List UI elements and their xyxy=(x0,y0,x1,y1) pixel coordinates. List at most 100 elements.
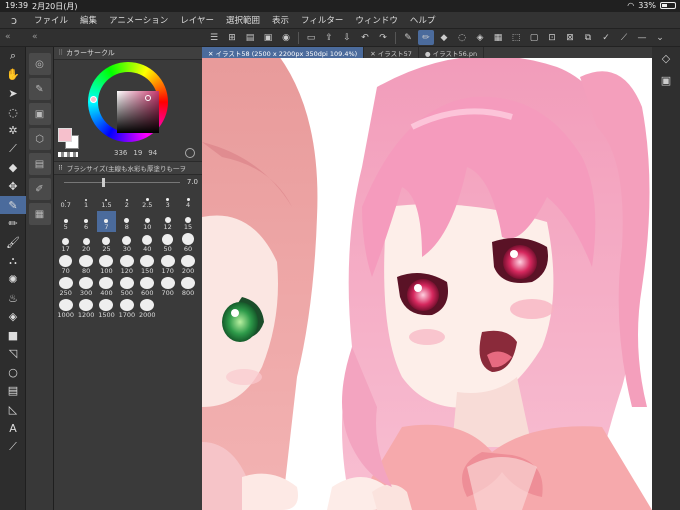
operation-icon[interactable]: ➤ xyxy=(0,84,26,103)
brush-size-option[interactable]: 17 xyxy=(56,233,76,254)
hand-icon[interactable]: ✋ xyxy=(0,66,26,85)
brush-size-option[interactable]: 15 xyxy=(178,211,198,232)
brush-size-option[interactable]: 10 xyxy=(137,211,157,232)
chevron-down-icon[interactable]: ⌄ xyxy=(652,30,668,45)
menu-animation[interactable]: アニメーション xyxy=(103,14,174,26)
brush-size-option[interactable]: 1700 xyxy=(117,299,137,320)
brush-size-option[interactable]: 2000 xyxy=(137,299,157,320)
figure-icon[interactable]: ◹ xyxy=(0,345,26,364)
hue-ring[interactable] xyxy=(88,62,168,142)
select-all-icon[interactable]: ⬚ xyxy=(508,30,524,45)
brush-size-option[interactable]: 2 xyxy=(117,189,137,210)
brush-size-option[interactable]: 1200 xyxy=(76,299,96,320)
brush-size-option[interactable]: 2.5 xyxy=(137,189,157,210)
save-icon[interactable]: ▣ xyxy=(260,30,276,45)
text-icon[interactable]: A xyxy=(0,419,26,438)
subtool-4-icon[interactable]: ⬡ xyxy=(28,128,51,150)
brush-size-option[interactable]: 1500 xyxy=(96,299,117,320)
brush-size-option[interactable]: 70 xyxy=(56,255,76,276)
deselect-icon[interactable]: ▢ xyxy=(526,30,542,45)
brush-size-option[interactable]: 120 xyxy=(117,255,137,276)
fill-tool-icon[interactable]: ◈ xyxy=(0,307,26,326)
hue-marker[interactable] xyxy=(90,96,97,103)
menu-edit[interactable]: 編集 xyxy=(74,14,103,26)
brush-size-option[interactable]: 60 xyxy=(178,233,198,254)
menu-filter[interactable]: フィルター xyxy=(295,14,349,26)
menu-window[interactable]: ウィンドウ xyxy=(349,14,404,26)
brush-size-option[interactable]: 600 xyxy=(137,277,157,298)
pencil-icon[interactable]: ✏ xyxy=(418,30,434,45)
eraser-tool-icon[interactable]: ◆ xyxy=(0,159,26,178)
menu-help[interactable]: ヘルプ xyxy=(404,14,442,26)
airbrush-icon[interactable]: ⛬ xyxy=(0,252,26,271)
collapse-subtool-icon[interactable]: « xyxy=(32,32,38,42)
brush-size-option[interactable]: 150 xyxy=(137,255,157,276)
check-icon[interactable]: ✓ xyxy=(598,30,614,45)
color-mode-icon[interactable] xyxy=(185,148,195,158)
new-file-icon[interactable]: ⊞ xyxy=(224,30,240,45)
menu-file[interactable]: ファイル xyxy=(28,14,74,26)
saturation-value-square[interactable] xyxy=(117,91,159,133)
brush-size-option[interactable]: 500 xyxy=(117,277,137,298)
magic-wand-icon[interactable]: ✲ xyxy=(0,121,26,140)
brush-size-option[interactable]: 400 xyxy=(96,277,117,298)
grip-icon[interactable]: ⠿ xyxy=(58,49,63,57)
canvas[interactable] xyxy=(202,47,652,510)
brush-size-option[interactable]: 700 xyxy=(157,277,178,298)
brush-size-option[interactable]: 8 xyxy=(117,211,137,232)
brush-size-option[interactable]: 4 xyxy=(178,189,198,210)
decoration-icon[interactable]: ✺ xyxy=(0,270,26,289)
main-color-swatch[interactable] xyxy=(58,128,72,142)
brush-size-option[interactable]: 300 xyxy=(76,277,96,298)
redo-icon[interactable]: ↷ xyxy=(375,30,391,45)
brush-size-option[interactable]: 12 xyxy=(157,211,178,232)
brush-size-option[interactable]: 250 xyxy=(56,277,76,298)
crop-icon[interactable]: ⊡ xyxy=(544,30,560,45)
gradient-icon[interactable]: ▦ xyxy=(490,30,506,45)
subtool-1-icon[interactable]: ◎ xyxy=(28,53,51,75)
slider-knob[interactable] xyxy=(102,178,105,187)
clip-studio-icon[interactable]: ◉ xyxy=(278,30,294,45)
brush-size-option[interactable]: 40 xyxy=(137,233,157,254)
brush-check-icon[interactable]: ⟋ xyxy=(616,30,632,45)
subtool-5-icon[interactable]: ▤ xyxy=(28,153,51,175)
sv-marker[interactable] xyxy=(145,95,151,101)
brush-size-option[interactable]: 5 xyxy=(56,211,76,232)
brush-size-option[interactable]: 800 xyxy=(178,277,198,298)
brush-size-option[interactable]: 20 xyxy=(76,233,96,254)
menu-toggle-icon[interactable]: ☰ xyxy=(206,30,222,45)
move-icon[interactable]: ✥ xyxy=(0,177,26,196)
folder-icon[interactable]: ▭ xyxy=(303,30,319,45)
fill-icon[interactable]: ◈ xyxy=(472,30,488,45)
pen-icon[interactable]: ✎ xyxy=(400,30,416,45)
export-icon[interactable]: ⇪ xyxy=(321,30,337,45)
brush-size-option[interactable]: 30 xyxy=(117,233,137,254)
app-logo-icon[interactable]: ↄ xyxy=(0,14,28,27)
brush-size-option[interactable]: 100 xyxy=(96,255,117,276)
lasso-icon[interactable]: ◌ xyxy=(454,30,470,45)
subtool-7-icon[interactable]: ▦ xyxy=(28,203,51,225)
brush-size-option[interactable]: 7 xyxy=(96,211,117,232)
brush-size-option[interactable]: 200 xyxy=(178,255,198,276)
menu-view[interactable]: 表示 xyxy=(266,14,295,26)
line-icon[interactable]: — xyxy=(634,30,650,45)
pen-tool-icon[interactable]: ✎ xyxy=(0,195,26,215)
brush-size-option[interactable]: 80 xyxy=(76,255,96,276)
layer-panel-icon[interactable]: ◇ xyxy=(652,47,680,69)
grip-icon[interactable]: ⠿ xyxy=(58,164,63,172)
transparent-color-swatch[interactable] xyxy=(58,152,78,157)
blend-icon[interactable]: ♨ xyxy=(0,289,26,308)
brush-size-option[interactable]: 0.7 xyxy=(56,189,76,210)
brush-size-option[interactable]: 1000 xyxy=(56,299,76,320)
pencil-tool-icon[interactable]: ✏ xyxy=(0,214,26,233)
collapse-left-icon[interactable]: « xyxy=(5,32,11,42)
correction-icon[interactable]: ⟋ xyxy=(0,437,26,456)
brush-size-option[interactable]: 6 xyxy=(76,211,96,232)
menu-layer[interactable]: レイヤー xyxy=(174,14,220,26)
brush-tool-icon[interactable]: 🖌 xyxy=(0,233,26,252)
brush-size-option[interactable]: 1.5 xyxy=(96,189,117,210)
frame-icon[interactable]: ▤ xyxy=(0,382,26,401)
circle-icon[interactable]: ○ xyxy=(0,363,26,382)
brush-size-option[interactable]: 50 xyxy=(157,233,178,254)
gradient-tool-icon[interactable]: ■ xyxy=(0,326,26,345)
